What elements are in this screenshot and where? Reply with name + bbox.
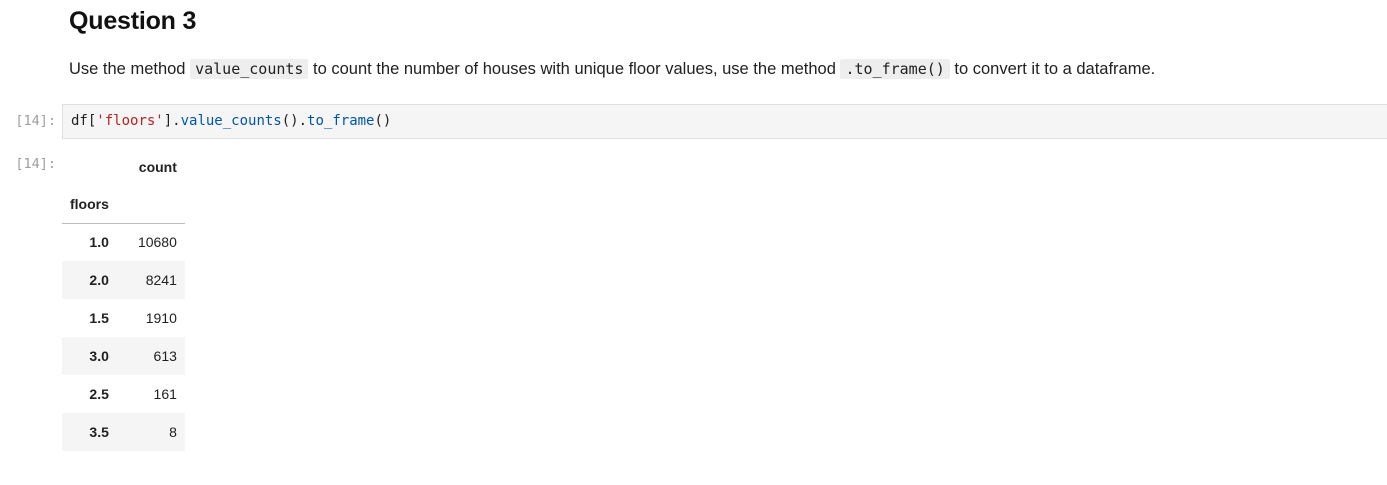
row-index: 2.5	[89, 386, 109, 402]
code-cell-editor[interactable]: df['floors'].value_counts().to_frame()	[62, 104, 1387, 139]
row-count: 161	[153, 386, 177, 402]
row-index: 2.0	[89, 272, 109, 288]
table-row: 2.0 8241	[62, 261, 185, 299]
table-row: 1.5 1910	[62, 299, 185, 337]
row-count: 613	[153, 348, 177, 364]
row-index: 3.0	[89, 348, 109, 364]
row-index: 1.0	[89, 234, 109, 251]
code-token-df: df[	[71, 113, 97, 129]
code-token-to-frame: to_frame	[307, 113, 375, 129]
table-row: 2.5 161	[62, 375, 185, 413]
row-count: 10680	[137, 234, 177, 251]
inline-code-to-frame: .to_frame()	[840, 59, 950, 79]
code-token-call-end: ()	[374, 113, 392, 129]
code-token-string: 'floors'	[96, 113, 164, 129]
output-prompt: [14]:	[15, 156, 56, 172]
code-token-call: ().	[281, 113, 308, 129]
column-header-count: count	[138, 158, 177, 175]
row-index: 1.5	[89, 310, 109, 326]
index-name-spacer	[116, 185, 185, 224]
question-description: Use the method value_counts to count the…	[69, 58, 1155, 80]
row-count: 8241	[145, 272, 177, 288]
row-count: 1910	[145, 310, 177, 326]
question-heading: Question 3	[69, 7, 197, 35]
code-token-value-counts: value_counts	[180, 113, 282, 129]
input-prompt: [14]:	[15, 113, 56, 129]
row-count: 8	[169, 424, 177, 440]
row-index: 3.5	[89, 424, 109, 440]
table-row: 1.0 10680	[62, 223, 185, 261]
code-line[interactable]: df['floors'].value_counts().to_frame()	[71, 113, 391, 129]
description-text-3: to convert it to a dataframe.	[949, 60, 1156, 78]
dataframe-output: count floors 1.0 10680 2.0 8241 1.5 1910…	[62, 148, 185, 451]
notebook-page: Question 3 Use the method value_counts t…	[0, 0, 1387, 485]
index-name-floors: floors	[62, 185, 117, 224]
inline-code-value-counts: value_counts	[190, 59, 309, 79]
table-row: 3.0 613	[62, 337, 185, 375]
table-row: 3.5 8	[62, 413, 185, 451]
code-token-bracket: ].	[163, 113, 181, 129]
description-text-2: to count the number of houses with uniqu…	[308, 60, 841, 78]
blank-corner-cell	[62, 148, 117, 185]
description-text-1: Use the method	[69, 60, 191, 78]
